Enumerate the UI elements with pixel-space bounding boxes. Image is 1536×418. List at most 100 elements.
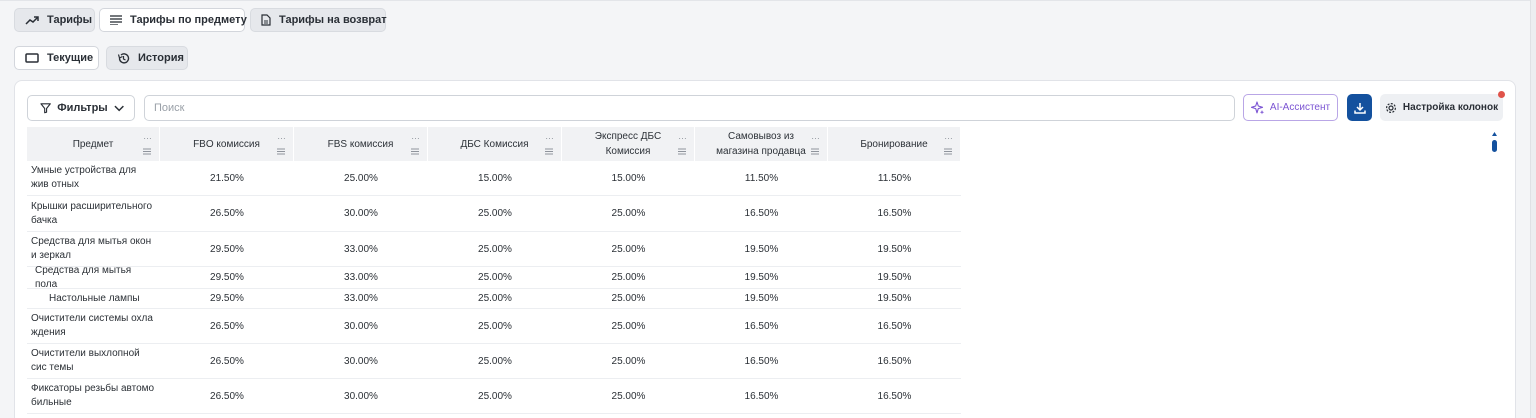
commission-cell: 19.50%	[877, 293, 912, 304]
table-row[interactable]: Умные устройства для жив отных 21.50% 25.0…	[27, 161, 961, 196]
column-more-icon[interactable]: …	[811, 129, 820, 144]
rectangle-icon	[25, 53, 39, 63]
commission-cell: 25.00%	[611, 355, 646, 367]
table-row[interactable]: Средства для мытья окон и зеркал 29.50% 33…	[27, 232, 961, 267]
tab-current[interactable]: Текущие	[14, 46, 99, 70]
table-body: Умные устройства для жив отных 21.50% 25.0…	[27, 161, 961, 414]
commission-cell: 25.00%	[478, 293, 512, 304]
top-divider	[0, 0, 1536, 1]
gear-icon	[1385, 102, 1396, 113]
column-header-label: Самовывоз из магазина продавца	[716, 131, 806, 157]
commission-cell: 30.00%	[344, 355, 378, 367]
column-settings-button[interactable]: Настройка колонок	[1380, 94, 1503, 121]
column-header[interactable]: Бронирование…	[828, 127, 961, 161]
commission-cell: 11.50%	[744, 172, 779, 184]
commission-cell: 26.50%	[210, 208, 244, 219]
commission-cell: 16.50%	[877, 208, 912, 219]
tab-tariffs-by-subject-label: Тарифы по предмету	[130, 14, 247, 26]
column-menu-icon[interactable]	[411, 148, 419, 155]
column-menu-icon[interactable]	[678, 148, 686, 155]
tab-return-tariffs[interactable]: Тарифы на возврат	[250, 8, 387, 32]
search-input[interactable]	[144, 95, 1235, 121]
commission-cell: 19.50%	[744, 272, 779, 283]
tab-current-label: Текущие	[47, 52, 94, 64]
list-icon	[110, 15, 122, 25]
commission-cell: 29.50%	[210, 272, 244, 283]
ai-assistant-button[interactable]: AI-Ассистент	[1243, 94, 1338, 121]
commission-cell: 16.50%	[877, 390, 912, 402]
tab-history[interactable]: История	[106, 46, 188, 70]
tab-tariffs-by-subject[interactable]: Тарифы по предмету	[99, 8, 247, 32]
table-row[interactable]: Фиксаторы резьбы автомо бильные 26.50% 30.…	[27, 379, 961, 414]
column-more-icon[interactable]: …	[143, 129, 152, 144]
column-header[interactable]: FBS комиссия …	[294, 127, 428, 161]
commission-cell: 25.00%	[478, 243, 512, 255]
table-header: Предмет… FBO комиссия… FBS комиссия… ДБС Ко…	[27, 127, 961, 161]
tab-tariffs[interactable]: Тарифы	[14, 8, 95, 32]
column-header-label: FBS комиссия	[327, 138, 394, 150]
commission-cell: 16.50%	[877, 320, 912, 332]
filters-button[interactable]: Фильтры	[27, 95, 135, 121]
chevron-down-icon	[114, 105, 124, 111]
column-header-label: Предмет	[72, 138, 114, 150]
vertical-scrollbar[interactable]	[1491, 131, 1498, 153]
table-row[interactable]: Крышки расширительного бачка 26.50% 30.00%…	[27, 196, 961, 232]
filters-label: Фильтры	[57, 102, 108, 114]
commission-cell: 16.50%	[744, 355, 779, 367]
column-more-icon[interactable]: …	[944, 129, 953, 144]
column-menu-icon[interactable]	[143, 148, 151, 155]
subject-cell: Фиксаторы резьбы автомо бильные	[31, 383, 155, 408]
column-settings-label: Настройка колонок	[1402, 102, 1499, 113]
commission-cell: 25.00%	[478, 355, 512, 367]
column-more-icon[interactable]: …	[277, 129, 286, 144]
ai-assistant-label: AI-Ассистент	[1269, 102, 1331, 113]
commission-cell: 25.00%	[611, 390, 646, 402]
commission-cell: 16.50%	[744, 390, 779, 402]
commission-cell: 26.50%	[210, 390, 244, 402]
column-header[interactable]: Экспресс ДБС Комиссия …	[562, 127, 695, 161]
commission-cell: 29.50%	[210, 243, 244, 255]
tab-tariffs-label: Тарифы	[47, 14, 93, 26]
column-more-icon[interactable]: …	[678, 129, 687, 144]
subject-cell: Очистители системы охла ждения	[31, 313, 153, 338]
commission-cell: 26.50%	[210, 355, 244, 367]
column-header[interactable]: Самовывоз из магазина продавца …	[695, 127, 828, 161]
commission-cell: 29.50%	[210, 293, 244, 304]
download-button[interactable]	[1347, 94, 1372, 121]
sparkle-icon	[1250, 100, 1265, 114]
column-header-label: Экспресс ДБС Комиссия	[594, 131, 662, 157]
subject-cell: Средства для мытья пола	[35, 264, 132, 290]
column-menu-icon[interactable]	[277, 148, 285, 155]
tariffs-table: Предмет… FBO комиссия… FBS комиссия… ДБС Ко…	[27, 127, 961, 414]
table-row[interactable]: Очистители выхлопной сис темы 26.50% 30.00…	[27, 344, 961, 379]
subject-cell: Умные устройства для жив отных	[31, 165, 137, 190]
commission-cell: 33.00%	[344, 243, 378, 255]
column-more-icon[interactable]: …	[411, 129, 420, 144]
table-row[interactable]: Настольные лампы 29.50% 33.00% 25.00% 25.00%…	[27, 289, 961, 309]
trend-up-icon	[25, 16, 39, 25]
tab-history-label: История	[138, 52, 184, 64]
column-menu-icon[interactable]	[944, 148, 952, 155]
commission-cell: 30.00%	[344, 390, 378, 402]
column-header[interactable]: Предмет …	[27, 127, 160, 161]
commission-cell: 25.00%	[611, 293, 646, 304]
commission-cell: 30.00%	[344, 320, 378, 332]
column-menu-icon[interactable]	[545, 148, 553, 155]
column-more-icon[interactable]: …	[545, 129, 554, 144]
commission-cell: 15.00%	[478, 172, 512, 184]
filter-icon	[40, 103, 51, 114]
commission-cell: 19.50%	[744, 293, 779, 304]
page-scrollbar[interactable]	[1530, 0, 1536, 418]
table-row[interactable]: Средства для мытья пола 29.50% 33.00% 25.00…	[27, 264, 961, 290]
column-menu-icon[interactable]	[811, 148, 819, 155]
commission-cell: 19.50%	[877, 272, 912, 283]
table-row[interactable]: Очистители системы охла ждения 26.50% 30.0…	[27, 309, 961, 344]
subject-cell: Настольные лампы	[49, 292, 140, 304]
commission-cell: 25.00%	[478, 272, 512, 283]
column-header[interactable]: ДБС Комиссия…	[428, 127, 562, 161]
column-header[interactable]: FBO комиссия…	[160, 127, 294, 161]
subject-cell: Крышки расширительного бачка	[31, 200, 153, 226]
download-icon	[1353, 102, 1366, 114]
commission-cell: 25.00%	[344, 172, 378, 184]
commission-cell: 15.00%	[611, 172, 646, 184]
